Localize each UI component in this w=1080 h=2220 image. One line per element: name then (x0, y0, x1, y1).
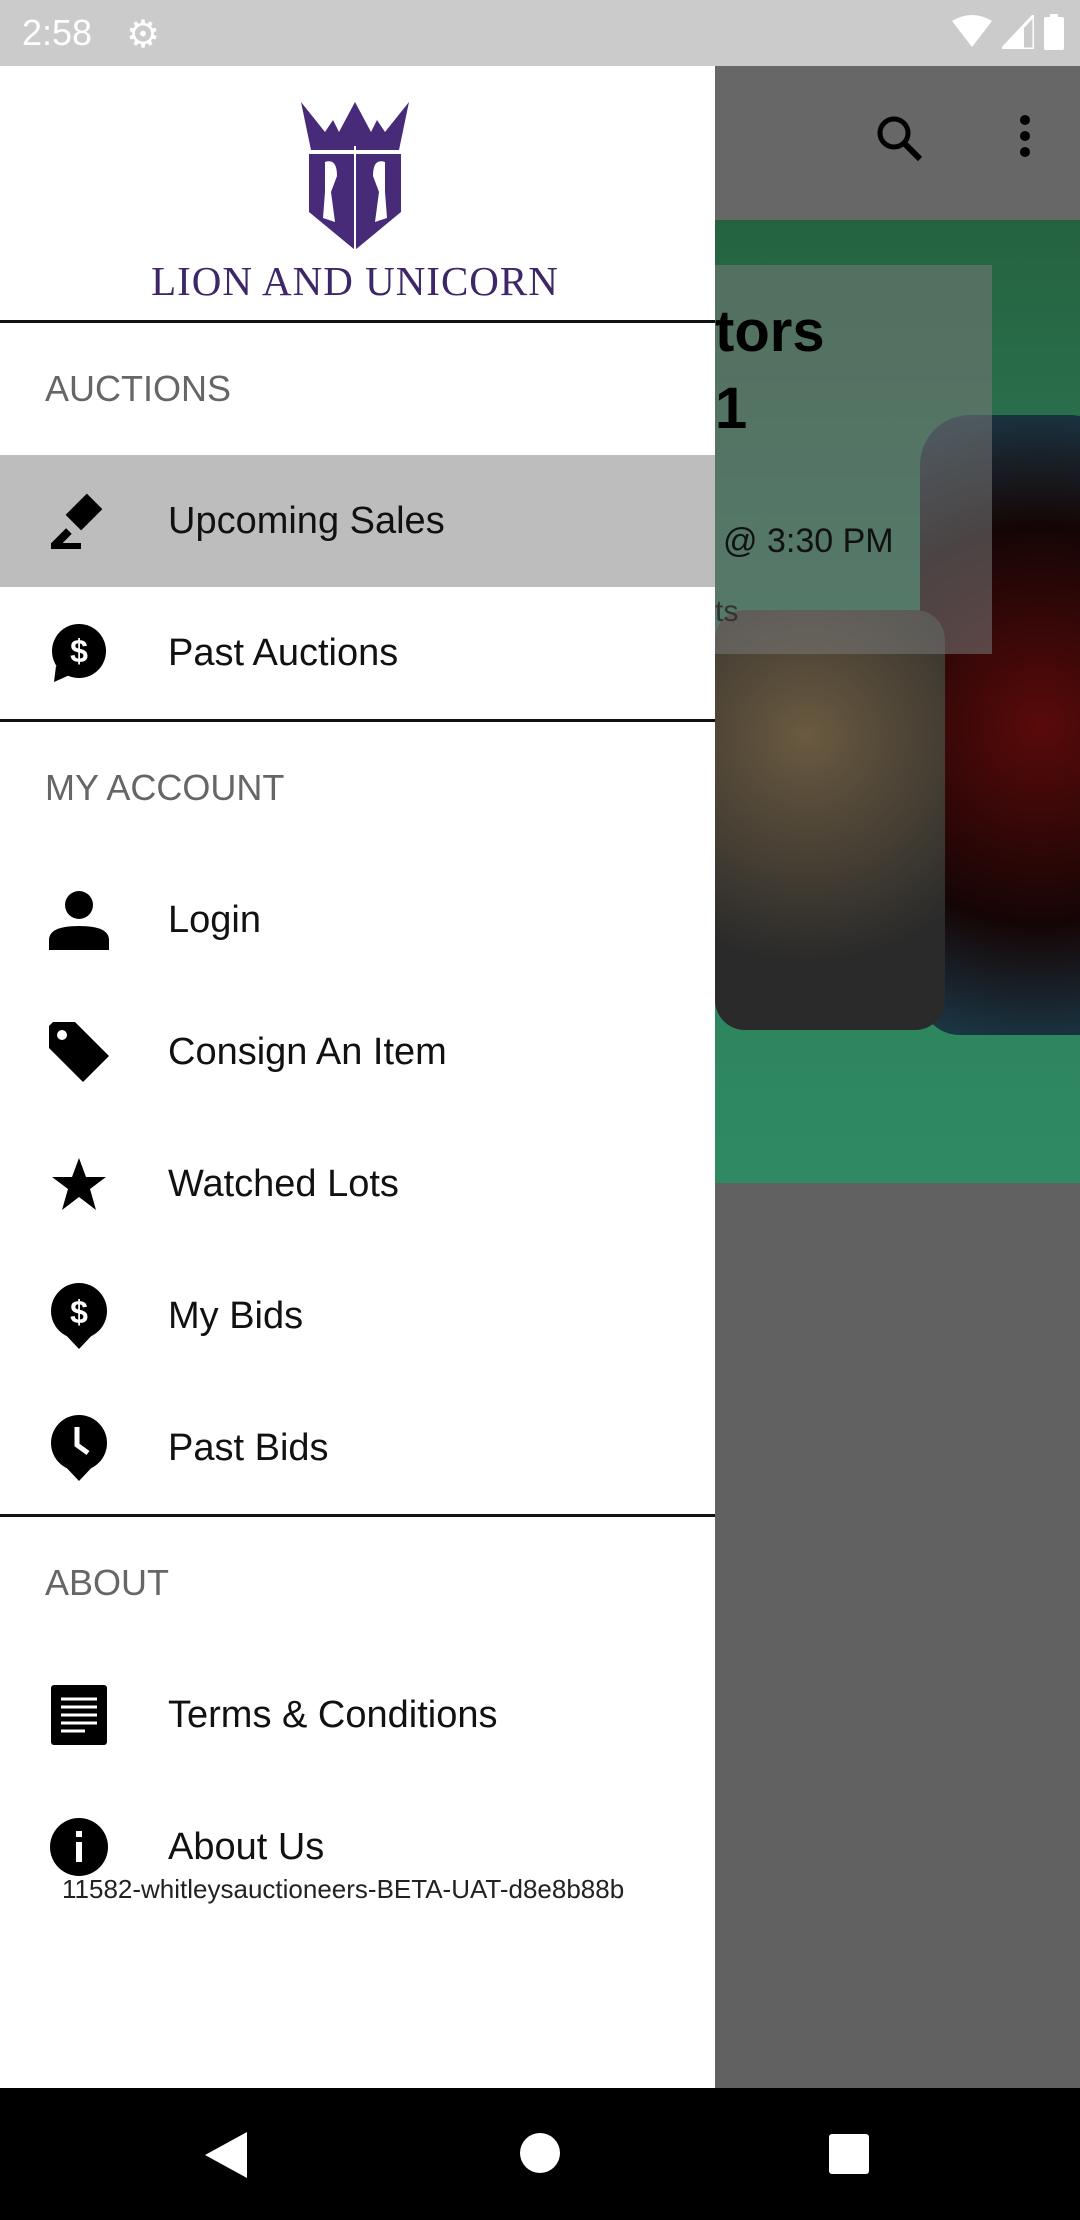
recents-button[interactable] (829, 2134, 869, 2179)
person-icon (49, 891, 109, 950)
logo-text: LION AND UNICORN (151, 258, 559, 304)
star-icon (52, 1158, 106, 1210)
menu-item-label: Past Bids (168, 1426, 329, 1469)
status-time: 2:58 (22, 12, 93, 53)
menu-item-past-bids[interactable]: Past Bids (0, 1382, 715, 1514)
back-button[interactable] (205, 2132, 247, 2183)
menu-item-terms[interactable]: Terms & Conditions (0, 1649, 715, 1781)
status-bar: 2:58 ⚙ (0, 0, 1080, 66)
hero-image-figurine (715, 610, 945, 1030)
clock-pin-icon (51, 1415, 107, 1481)
recents-icon (829, 2134, 869, 2174)
auction-hero-card[interactable]: tors 1 @ 3:30 PM ts (715, 220, 1080, 1183)
section-my-account: MY ACCOUNT (45, 767, 285, 808)
system-nav-bar (0, 2088, 1080, 2220)
dollar-bubble-icon: $ (52, 624, 106, 682)
search-icon[interactable] (875, 114, 925, 164)
document-icon (51, 1685, 107, 1745)
section-auctions: AUCTIONS (45, 368, 232, 409)
dollar-pin-icon: $ (51, 1283, 107, 1349)
navigation-drawer: LION AND UNICORN AUCTIONS Upcoming Sales… (0, 66, 715, 2088)
settings-icon: ⚙ (126, 14, 161, 56)
menu-item-label: Upcoming Sales (168, 499, 445, 542)
background-toolbar (715, 66, 1080, 220)
menu-item-label: Watched Lots (168, 1162, 399, 1205)
hero-title: tors (715, 299, 825, 364)
menu-item-past-auctions[interactable]: $ Past Auctions (0, 587, 715, 719)
svg-text:$: $ (70, 1294, 88, 1330)
signal-icon (1002, 15, 1034, 49)
more-vert-icon[interactable] (1010, 114, 1040, 164)
menu-item-label: Terms & Conditions (168, 1693, 498, 1736)
tag-icon (49, 1022, 109, 1082)
crest-icon (301, 102, 409, 250)
menu-item-label: Past Auctions (168, 631, 399, 674)
menu-item-label: About Us (168, 1825, 325, 1868)
svg-text:$: $ (70, 633, 88, 669)
menu-item-consign[interactable]: Consign An Item (0, 986, 715, 1118)
back-icon (205, 2132, 247, 2178)
wifi-icon (952, 15, 992, 47)
menu-item-label: My Bids (168, 1294, 304, 1337)
drawer-header: LION AND UNICORN (0, 66, 715, 323)
home-icon (520, 2133, 560, 2173)
battery-icon (1044, 14, 1064, 50)
section-about: ABOUT (45, 1562, 170, 1603)
menu-item-my-bids[interactable]: $ My Bids (0, 1250, 715, 1382)
hero-title-2: 1 (715, 376, 748, 441)
menu-item-watched-lots[interactable]: Watched Lots (0, 1118, 715, 1250)
app-version: 11582-whitleysauctioneers-BETA-UAT-d8e8b… (62, 1874, 625, 1904)
menu-item-label: Consign An Item (168, 1030, 447, 1073)
info-icon (50, 1818, 108, 1876)
menu-item-upcoming-sales[interactable]: Upcoming Sales (0, 455, 715, 587)
gavel-icon (51, 493, 103, 549)
menu-item-label: Login (168, 898, 261, 941)
hero-time: @ 3:30 PM (723, 522, 894, 560)
home-button[interactable] (519, 2132, 561, 2179)
menu-item-login[interactable]: Login (0, 854, 715, 986)
hero-subtitle: ts (715, 595, 739, 628)
logo: LION AND UNICORN (130, 102, 580, 305)
